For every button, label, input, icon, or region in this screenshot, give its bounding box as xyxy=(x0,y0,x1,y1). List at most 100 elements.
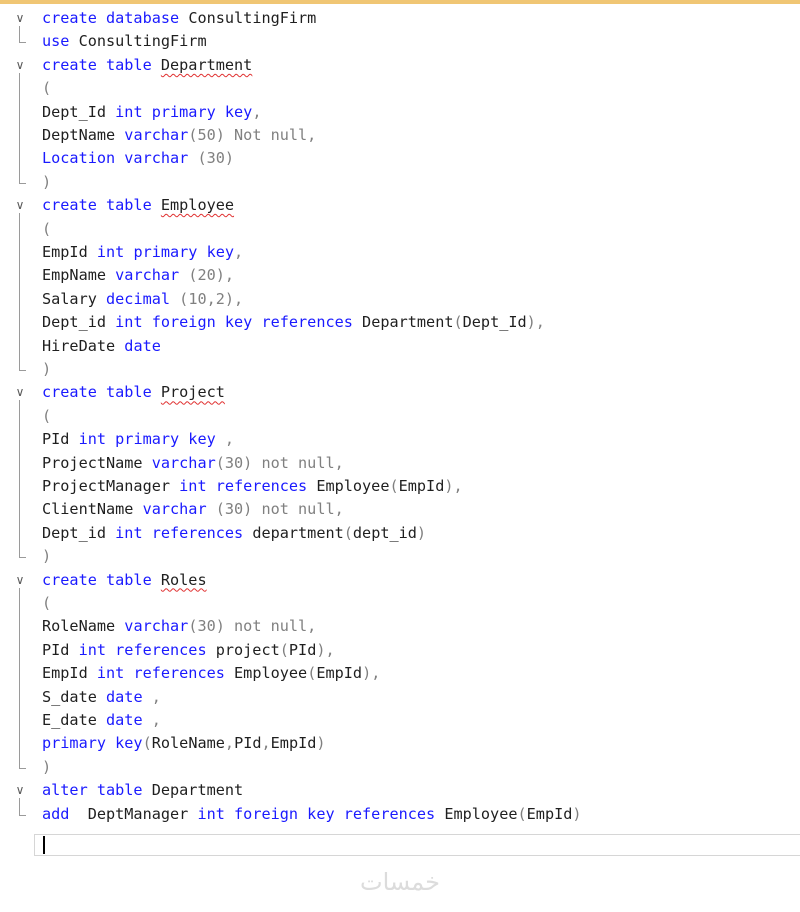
code-line[interactable]: ∨ create table Project xyxy=(0,381,800,404)
code-token: EmpId xyxy=(526,804,573,823)
code-token: ( xyxy=(42,594,52,612)
code-token: , xyxy=(224,734,235,753)
code-token: ), xyxy=(444,477,463,495)
code-line[interactable]: ClientName varchar (30) not null, xyxy=(0,498,800,521)
code-line[interactable]: use ConsultingFirm xyxy=(0,30,800,53)
code-line[interactable]: Location varchar (30) xyxy=(0,147,800,170)
fold-toggle-icon[interactable]: ∨ xyxy=(13,783,27,797)
code-token: ConsultingFirm xyxy=(78,32,207,51)
code-token: (10,2), xyxy=(179,289,244,308)
code-token: ) xyxy=(572,804,582,823)
fold-guide-end xyxy=(19,557,26,559)
code-text: ) xyxy=(42,360,51,379)
code-token: , xyxy=(261,734,271,753)
text-caret xyxy=(43,836,45,854)
code-token: ( xyxy=(307,664,317,683)
code-line[interactable]: Dept_Id int primary key, xyxy=(0,101,800,124)
keyword-token: primary key xyxy=(42,734,143,753)
code-token: ) xyxy=(42,757,52,776)
code-token: PId xyxy=(288,640,317,659)
code-token: Employee xyxy=(160,196,235,215)
code-text: ( xyxy=(42,594,51,613)
fold-guide-line xyxy=(19,26,20,43)
code-text: Location varchar (30) xyxy=(42,149,234,168)
code-token: ), xyxy=(362,664,381,683)
code-text: HireDate date xyxy=(42,337,161,356)
code-line[interactable]: HireDate date xyxy=(0,335,800,358)
code-text: add DeptManager int foreign key referenc… xyxy=(42,805,582,824)
code-text: EmpName varchar (20), xyxy=(42,266,234,285)
fold-toggle-icon[interactable]: ∨ xyxy=(13,11,27,25)
keyword-token: create database xyxy=(42,9,189,27)
code-line[interactable]: ( xyxy=(0,405,800,428)
code-line[interactable]: ) xyxy=(0,756,800,779)
code-token: ( xyxy=(517,804,527,823)
code-token: E_date xyxy=(42,711,107,729)
code-token: ( xyxy=(389,477,399,495)
fold-guide-line xyxy=(19,213,20,370)
code-line[interactable]: ) xyxy=(0,171,800,194)
keyword-token: int primary key xyxy=(115,102,253,121)
code-token: department xyxy=(252,523,344,542)
code-token: PId xyxy=(234,734,262,753)
code-line[interactable]: S_date date , xyxy=(0,686,800,709)
code-line[interactable]: add DeptManager int foreign key referenc… xyxy=(0,803,800,826)
code-line[interactable]: EmpId int primary key, xyxy=(0,241,800,264)
code-line[interactable]: ∨ create table Department xyxy=(0,54,800,77)
code-line[interactable]: ProjectManager int references Employee(E… xyxy=(0,475,800,498)
code-line[interactable]: ( xyxy=(0,77,800,100)
code-line[interactable]: ) xyxy=(0,358,800,381)
code-line[interactable]: EmpName varchar (20), xyxy=(0,264,800,287)
code-text: ( xyxy=(42,407,51,426)
fold-toggle-icon[interactable]: ∨ xyxy=(13,385,27,399)
code-line[interactable]: PId int references project(PId), xyxy=(0,639,800,662)
code-text: ) xyxy=(42,547,51,566)
code-line[interactable]: RoleName varchar(30) not null, xyxy=(0,615,800,638)
code-line[interactable]: Dept_id int references department(dept_i… xyxy=(0,522,800,545)
code-line[interactable]: DeptName varchar(50) Not null, xyxy=(0,124,800,147)
keyword-token: varchar xyxy=(142,500,216,519)
code-text: EmpId int references Employee(EmpId), xyxy=(42,664,380,683)
code-token: PId xyxy=(42,430,79,449)
keyword-token: varchar xyxy=(124,126,189,144)
code-token: ConsultingFirm xyxy=(188,9,317,27)
keyword-token: date xyxy=(124,336,161,355)
fold-toggle-icon[interactable]: ∨ xyxy=(13,58,27,72)
code-line[interactable]: E_date date , xyxy=(0,709,800,732)
code-token: RoleName xyxy=(42,617,125,636)
code-line[interactable]: ∨ alter table Department xyxy=(0,779,800,802)
fold-guide-end xyxy=(19,182,26,184)
fold-toggle-icon[interactable]: ∨ xyxy=(13,573,27,587)
code-text: ( xyxy=(42,220,51,239)
code-line[interactable]: ∨ create database ConsultingFirm xyxy=(0,7,800,30)
code-line[interactable]: Salary decimal (10,2), xyxy=(0,288,800,311)
fold-toggle-icon[interactable]: ∨ xyxy=(13,198,27,212)
code-token: PId xyxy=(42,640,79,659)
code-line[interactable]: ( xyxy=(0,218,800,241)
code-text: create table Employee xyxy=(42,196,234,215)
keyword-token: date xyxy=(106,711,152,729)
code-line[interactable]: PId int primary key , xyxy=(0,428,800,451)
code-line[interactable]: ) xyxy=(0,545,800,568)
fold-guide-line xyxy=(19,798,20,815)
code-token: Employee xyxy=(316,477,390,495)
keyword-token: alter table xyxy=(42,781,152,800)
keyword-token: create table xyxy=(42,55,161,74)
keyword-token: Location varchar xyxy=(42,149,198,168)
code-token: , xyxy=(151,687,161,706)
keyword-token: int references xyxy=(179,477,317,495)
code-line[interactable]: ProjectName varchar(30) not null, xyxy=(0,452,800,475)
code-token: Dept_Id xyxy=(42,102,116,121)
code-line[interactable]: ∨ create table Employee xyxy=(0,194,800,217)
code-token: (50) Not null, xyxy=(188,126,317,144)
code-line[interactable]: primary key(RoleName,PId,EmpId) xyxy=(0,732,800,755)
sql-code-editor[interactable]: ∨ create database ConsultingFirm use Consu… xyxy=(0,4,800,834)
code-line[interactable]: Dept_id int foreign key references Depar… xyxy=(0,311,800,334)
code-line[interactable]: EmpId int references Employee(EmpId), xyxy=(0,662,800,685)
code-text: ) xyxy=(42,758,51,777)
code-token: project xyxy=(215,640,280,659)
code-line[interactable]: ∨ create table Roles xyxy=(0,569,800,592)
code-token: ClientName xyxy=(42,500,143,519)
code-line[interactable]: ( xyxy=(0,592,800,615)
code-token: (20), xyxy=(188,266,235,285)
